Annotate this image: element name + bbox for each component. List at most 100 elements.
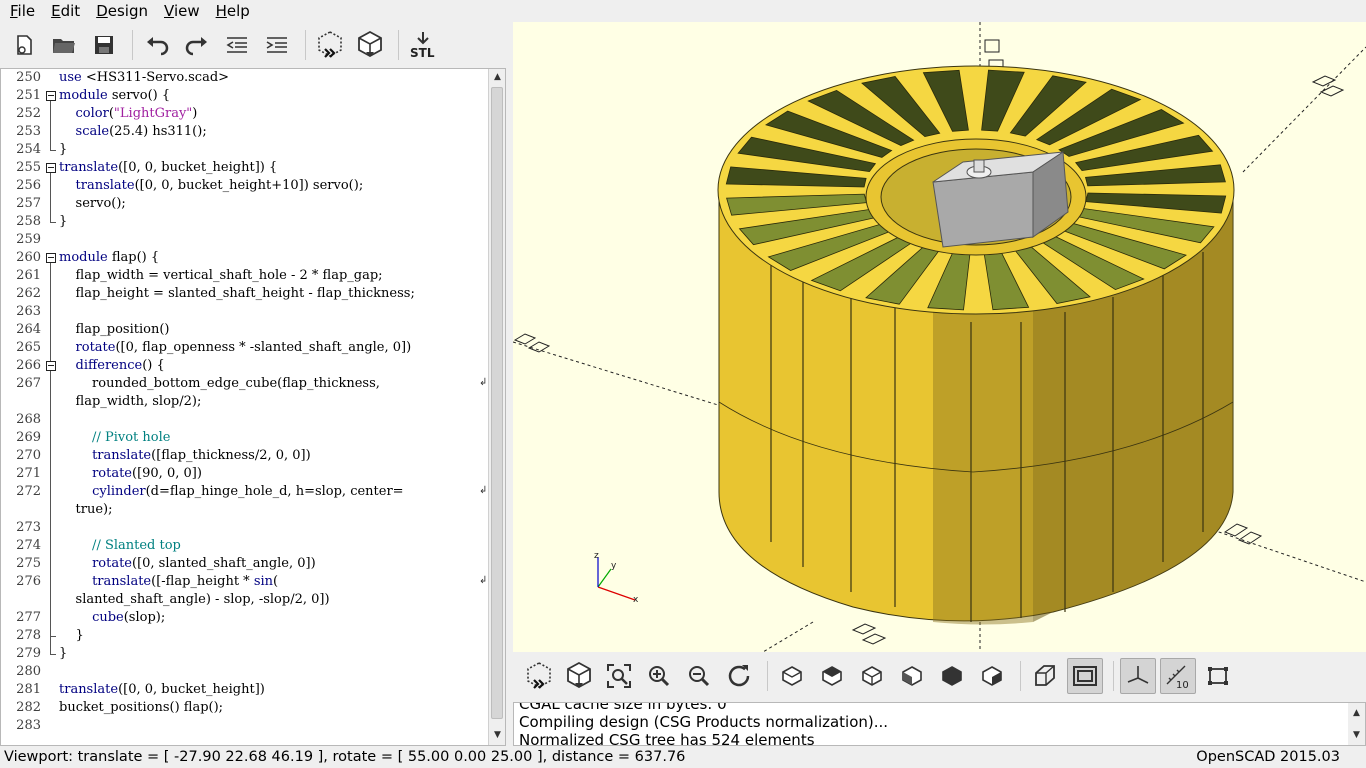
axis-triad: x y z [594, 551, 639, 605]
reset-view-button[interactable] [721, 658, 757, 694]
line-number: 261 [16, 268, 41, 283]
toolbar-separator [398, 30, 399, 60]
line-number: 255 [16, 160, 41, 175]
fold-toggle-icon[interactable] [46, 361, 56, 371]
line-number: 281 [16, 682, 41, 697]
redo-button[interactable] [179, 27, 215, 63]
code-line: use <HS311-Servo.scad> [59, 70, 230, 85]
zoom-out-button[interactable] [681, 658, 717, 694]
view-top-button[interactable] [814, 658, 850, 694]
line-number: 260 [16, 250, 41, 265]
preview-icon [527, 662, 551, 689]
code-line: } [59, 628, 84, 643]
view-all-button[interactable] [601, 658, 637, 694]
toolbar-separator [767, 661, 768, 691]
line-number: 253 [16, 124, 41, 139]
line-number: 254 [16, 142, 41, 157]
view-front-button[interactable] [934, 658, 970, 694]
menu-design[interactable]: Design [86, 0, 154, 22]
render-button[interactable] [561, 658, 597, 694]
new-file-button[interactable] [6, 27, 42, 63]
line-number [1, 501, 41, 519]
line-number: 271 [16, 466, 41, 481]
view-back-button[interactable] [974, 658, 1010, 694]
open-file-button[interactable] [46, 27, 82, 63]
export-stl-button[interactable]: STL [405, 27, 441, 63]
code-line: servo(); [59, 196, 126, 211]
code-line: } [59, 214, 68, 229]
stl-label: STL [410, 46, 435, 60]
menu-edit[interactable]: Edit [41, 0, 86, 22]
scroll-up-icon[interactable]: ▲ [1348, 705, 1365, 721]
view-bottom-icon [862, 666, 882, 686]
scroll-down-icon[interactable]: ▼ [1348, 727, 1365, 743]
3d-model-render: x y z [513, 22, 1366, 652]
open-file-icon [53, 39, 75, 53]
show-edges-button[interactable] [1200, 658, 1236, 694]
show-axes-icon [1127, 666, 1149, 684]
fold-toggle-icon[interactable] [46, 163, 56, 173]
wrap-indicator-icon: ↲ [479, 377, 488, 388]
code-line: translate([0, 0, bucket_height]) [59, 682, 265, 697]
undo-icon [147, 37, 169, 56]
preview-button[interactable] [521, 658, 557, 694]
code-line: } [59, 646, 68, 661]
code-editor[interactable]: 250 251 252 253 254 255 256 257 258 259 260 261 262 2… [0, 68, 506, 746]
zoom-in-button[interactable] [641, 658, 677, 694]
toolbar-separator [1020, 661, 1021, 691]
indent-button[interactable] [259, 27, 295, 63]
fold-toggle-icon[interactable] [46, 91, 56, 101]
render-button[interactable] [352, 27, 388, 63]
view-bottom-button[interactable] [854, 658, 890, 694]
code-line: difference() { [75, 358, 165, 373]
line-number: 275 [16, 556, 41, 571]
scroll-up-icon[interactable]: ▲ [489, 69, 505, 85]
scroll-thumb[interactable] [491, 87, 503, 719]
line-number: 250 [16, 70, 41, 85]
view-toolbar: 10 [513, 652, 1366, 700]
console-scrollbar[interactable]: ▲ ▼ [1348, 703, 1365, 745]
orthogonal-button[interactable] [1067, 658, 1103, 694]
perspective-button[interactable] [1027, 658, 1063, 694]
view-left-button[interactable] [894, 658, 930, 694]
line-number: 276 [16, 574, 41, 589]
fold-guide [50, 371, 51, 636]
axis-label-y: y [611, 561, 617, 571]
code-line: flap_height = slanted_shaft_height - fla… [59, 286, 415, 301]
console-output[interactable]: CGAL cache size in bytes: 0 Compiling de… [513, 702, 1366, 746]
view-right-button[interactable] [774, 658, 810, 694]
menu-file[interactable]: File [0, 0, 41, 22]
unindent-button[interactable] [219, 27, 255, 63]
fold-end [50, 654, 56, 655]
wrap-indicator-icon: ↲ [479, 575, 488, 586]
code-line: bucket_positions() flap(); [59, 700, 224, 715]
toolbar-separator [132, 30, 133, 60]
save-button[interactable] [86, 27, 122, 63]
code-line: flap_width, slop/2); [59, 394, 202, 409]
show-axes-button[interactable] [1120, 658, 1156, 694]
redo-icon [185, 37, 207, 56]
scroll-down-icon[interactable]: ▼ [489, 727, 505, 743]
show-scale-markers-button[interactable]: 10 [1160, 658, 1196, 694]
fold-toggle-icon[interactable] [46, 253, 56, 263]
view-all-icon [607, 664, 631, 688]
line-number: 262 [16, 286, 41, 301]
line-number: 277 [16, 610, 41, 625]
version-label: OpenSCAD 2015.03 [1196, 749, 1340, 765]
3d-viewport[interactable]: x y z [513, 22, 1366, 652]
indent-icon [266, 37, 287, 53]
preview-button[interactable] [312, 27, 348, 63]
menu-view[interactable]: View [154, 0, 206, 22]
line-number: 251 [16, 88, 41, 103]
line-number: 283 [16, 718, 41, 733]
toolbar-separator [1113, 661, 1114, 691]
menu-help[interactable]: Help [206, 0, 256, 22]
zoom-in-icon [649, 666, 670, 687]
menubar: File Edit Design View Help [0, 0, 1366, 22]
console-line: CGAL cache size in bytes: 0 [519, 702, 727, 713]
view-left-icon [902, 666, 922, 686]
code-area[interactable]: use <HS311-Servo.scad> module servo() { c… [59, 69, 487, 745]
wrap-indicator-icon: ↲ [479, 485, 488, 496]
editor-scrollbar[interactable]: ▲ ▼ [488, 69, 505, 745]
undo-button[interactable] [139, 27, 175, 63]
